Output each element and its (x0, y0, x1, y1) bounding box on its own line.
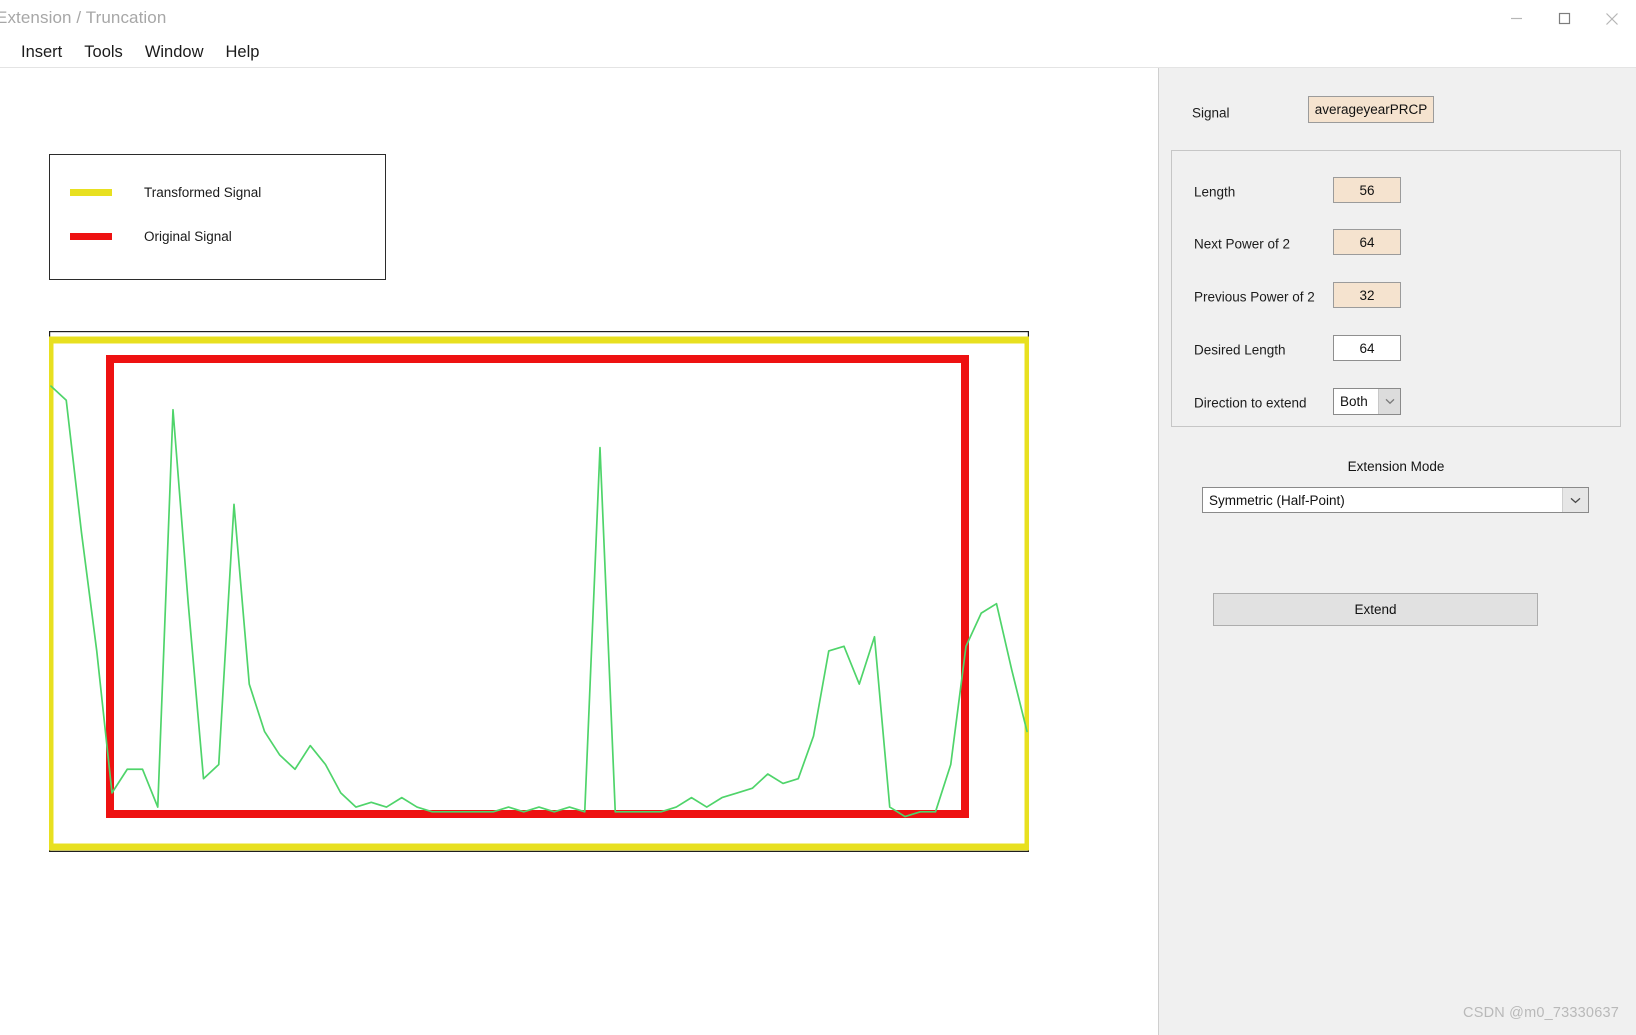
length-label: Length (1194, 184, 1236, 200)
plot-canvas: Transformed Signal Original Signal (0, 68, 1158, 1035)
extend-button[interactable]: Extend (1213, 593, 1538, 626)
previous-power-row: Previous Power of 2 32 (1194, 282, 1604, 312)
application-window: Extension / Truncation Insert Tools Wind… (0, 0, 1636, 1035)
control-panel: Signal averageyearPRCP Length 56 Next Po… (1158, 68, 1636, 1035)
minimize-button[interactable] (1492, 0, 1540, 37)
desired-length-input[interactable]: 64 (1333, 335, 1401, 361)
chevron-down-icon (1562, 488, 1588, 512)
previous-power-of-2-label: Previous Power of 2 (1194, 289, 1315, 305)
signal-plot (49, 331, 1029, 852)
legend-label-original: Original Signal (144, 229, 232, 244)
legend-swatch-transformed-icon (70, 189, 112, 196)
window-controls (1492, 0, 1636, 37)
signal-label: Signal (1192, 105, 1230, 121)
extension-mode-value: Symmetric (Half-Point) (1209, 492, 1345, 508)
legend-entry-transformed: Transformed Signal (70, 185, 261, 200)
signal-row: Signal averageyearPRCP (1192, 96, 1612, 130)
direction-row: Direction to extend Both (1194, 388, 1604, 418)
maximize-button[interactable] (1540, 0, 1588, 37)
desired-length-row: Desired Length 64 (1194, 335, 1604, 365)
menu-bar: Insert Tools Window Help (0, 37, 1636, 68)
extension-mode-select[interactable]: Symmetric (Half-Point) (1202, 487, 1589, 513)
desired-length-label: Desired Length (1194, 342, 1286, 358)
menu-item-insert[interactable]: Insert (10, 41, 73, 64)
direction-to-extend-value: Both (1340, 394, 1368, 409)
length-row: Length 56 (1194, 177, 1604, 207)
title-bar: Extension / Truncation (0, 0, 1636, 53)
menu-item-tools[interactable]: Tools (73, 41, 134, 64)
next-power-of-2-value-field: 64 (1333, 229, 1401, 255)
signal-value-field[interactable]: averageyearPRCP (1308, 96, 1434, 123)
direction-to-extend-select[interactable]: Both (1333, 388, 1401, 415)
legend-swatch-original-icon (70, 233, 112, 240)
watermark-text: CSDN @m0_73330637 (1463, 1005, 1619, 1021)
plot-legend: Transformed Signal Original Signal (49, 154, 386, 280)
length-group-box: Length 56 Next Power of 2 64 Previous Po… (1171, 150, 1621, 427)
next-power-of-2-label: Next Power of 2 (1194, 236, 1291, 252)
legend-entry-original: Original Signal (70, 229, 232, 244)
extension-mode-group: Extension Mode Symmetric (Half-Point) (1171, 451, 1621, 561)
menu-item-window[interactable]: Window (134, 41, 215, 64)
direction-to-extend-label: Direction to extend (1194, 395, 1307, 411)
plot-axes-frame (49, 331, 1029, 852)
extension-mode-title: Extension Mode (1347, 459, 1445, 474)
length-value-field: 56 (1333, 177, 1401, 203)
chevron-down-icon (1378, 389, 1400, 414)
window-title: Extension / Truncation (0, 8, 167, 27)
menu-item-help[interactable]: Help (215, 41, 271, 64)
close-button[interactable] (1588, 0, 1636, 37)
previous-power-of-2-value-field: 32 (1333, 282, 1401, 308)
signal-plot-svg (49, 331, 1029, 852)
next-power-row: Next Power of 2 64 (1194, 229, 1604, 259)
legend-label-transformed: Transformed Signal (144, 185, 262, 200)
